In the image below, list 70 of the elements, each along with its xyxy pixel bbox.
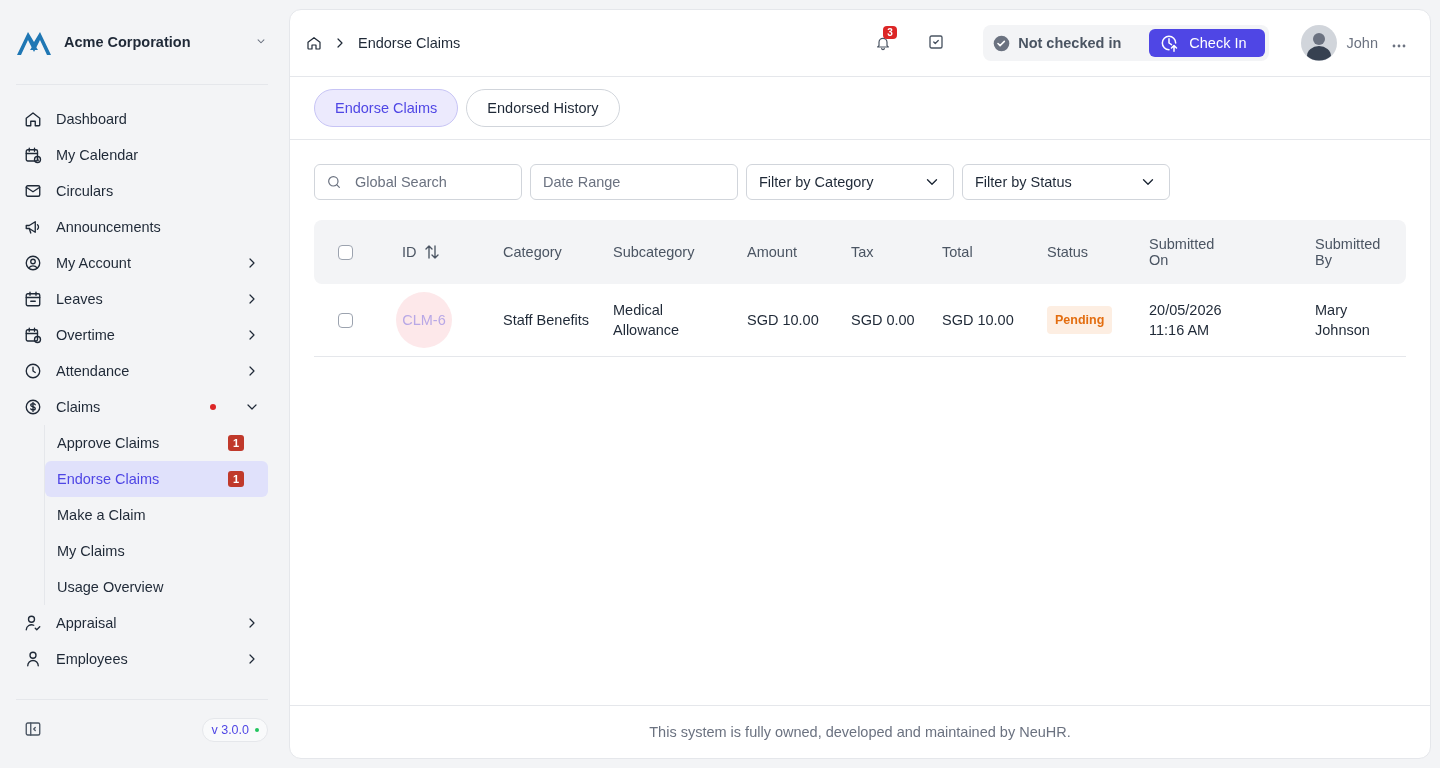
user-check-icon xyxy=(24,614,42,632)
count-badge: 1 xyxy=(227,435,244,451)
sidebar-subitem[interactable]: Approve Claims 1 xyxy=(45,425,268,461)
user-name: John xyxy=(1346,35,1378,51)
sidebar-subitem[interactable]: Endorse Claims 1 xyxy=(45,461,268,497)
sidebar-item[interactable]: Circulars xyxy=(16,173,268,209)
home-icon xyxy=(24,110,42,128)
table-cell-text: 20/05/2026 11:16 AM xyxy=(1149,301,1223,340)
sidebar-item[interactable]: Dashboard xyxy=(16,101,268,137)
dollar-circle-icon xyxy=(24,398,42,416)
tab[interactable]: Endorse Claims xyxy=(314,89,459,127)
breadcrumb-item: Endorse Claims xyxy=(358,35,461,51)
count-badge: 1 xyxy=(227,471,244,487)
check-circle-icon xyxy=(993,34,1011,52)
table-cell-text: Mary Johnson xyxy=(1315,301,1371,340)
user-icon xyxy=(24,650,42,668)
column-header: ID xyxy=(402,244,417,260)
checkbox-icon xyxy=(927,32,946,51)
user-circle-icon xyxy=(24,254,42,272)
sidebar-item[interactable]: Leaves xyxy=(16,281,268,317)
table-cell-text: Medical Allowance xyxy=(613,301,681,340)
date-range-field[interactable]: Date Range xyxy=(530,164,738,200)
sidebar-item[interactable]: Announcements xyxy=(16,209,268,245)
check-status: Not checked in xyxy=(1018,35,1122,51)
column-header: Category xyxy=(503,244,563,260)
check-in-button[interactable]: Check In xyxy=(1149,29,1265,57)
column-header: Submitted By xyxy=(1315,236,1382,268)
category-dropdown[interactable]: Filter by Category xyxy=(746,164,954,200)
footer-text: This system is fully owned, developed and maintained by NeuHR. xyxy=(649,724,1071,740)
tab[interactable]: Endorsed History xyxy=(466,89,620,127)
sidebar-subitem[interactable]: My Claims xyxy=(45,533,268,569)
home-icon xyxy=(306,35,322,51)
notification-badge: 3 xyxy=(883,26,897,39)
sidebar-item[interactable]: My Account xyxy=(16,245,268,281)
status-dropdown[interactable]: Filter by Status xyxy=(962,164,1170,200)
calendar-icon xyxy=(24,290,42,308)
column-header: Submitted On xyxy=(1149,236,1216,268)
clock-icon xyxy=(1159,33,1180,53)
sidebar-item[interactable]: Claims xyxy=(16,389,268,425)
column-header: Subcategory xyxy=(613,244,693,260)
column-header: Total xyxy=(942,244,974,260)
mail-icon xyxy=(24,182,42,200)
table-cell-text: SGD 0.00 xyxy=(851,311,916,330)
sidebar-item[interactable]: Employees xyxy=(16,641,268,677)
sidebar-item[interactable]: Appraisal xyxy=(16,605,268,641)
collapse-sidebar-icon xyxy=(24,719,42,738)
sidebar-item[interactable]: Overtime xyxy=(16,317,268,353)
column-header: Tax xyxy=(851,244,875,260)
column-header: Status xyxy=(1047,244,1090,260)
search-field[interactable]: Global Search xyxy=(314,164,522,200)
status-badge: Pending xyxy=(1047,306,1113,334)
row-checkbox[interactable] xyxy=(338,312,353,328)
table-cell-text: SGD 10.00 xyxy=(942,311,1015,330)
column-header: Amount xyxy=(747,244,798,260)
sidebar-item[interactable]: My Calendar xyxy=(16,137,268,173)
version-badge: v 3.0.0 xyxy=(202,718,268,742)
more-icon[interactable] xyxy=(1392,44,1406,48)
calendar-clock-icon xyxy=(24,326,42,344)
table-cell-text: SGD 10.00 xyxy=(747,311,820,330)
avatar[interactable] xyxy=(1300,25,1337,61)
clock-icon xyxy=(24,362,42,380)
calendar-clock-icon xyxy=(24,146,42,164)
select-all-checkbox[interactable] xyxy=(338,244,353,260)
sidebar-subitem[interactable]: Make a Claim xyxy=(45,497,268,533)
table-cell-text: Staff Benefits xyxy=(503,311,590,330)
bell-icon xyxy=(875,35,892,51)
megaphone-icon xyxy=(24,218,42,236)
company-name: Acme Corporation xyxy=(64,34,192,50)
sidebar-subitem[interactable]: Usage Overview xyxy=(45,569,268,605)
sidebar-item[interactable]: Attendance xyxy=(16,353,268,389)
